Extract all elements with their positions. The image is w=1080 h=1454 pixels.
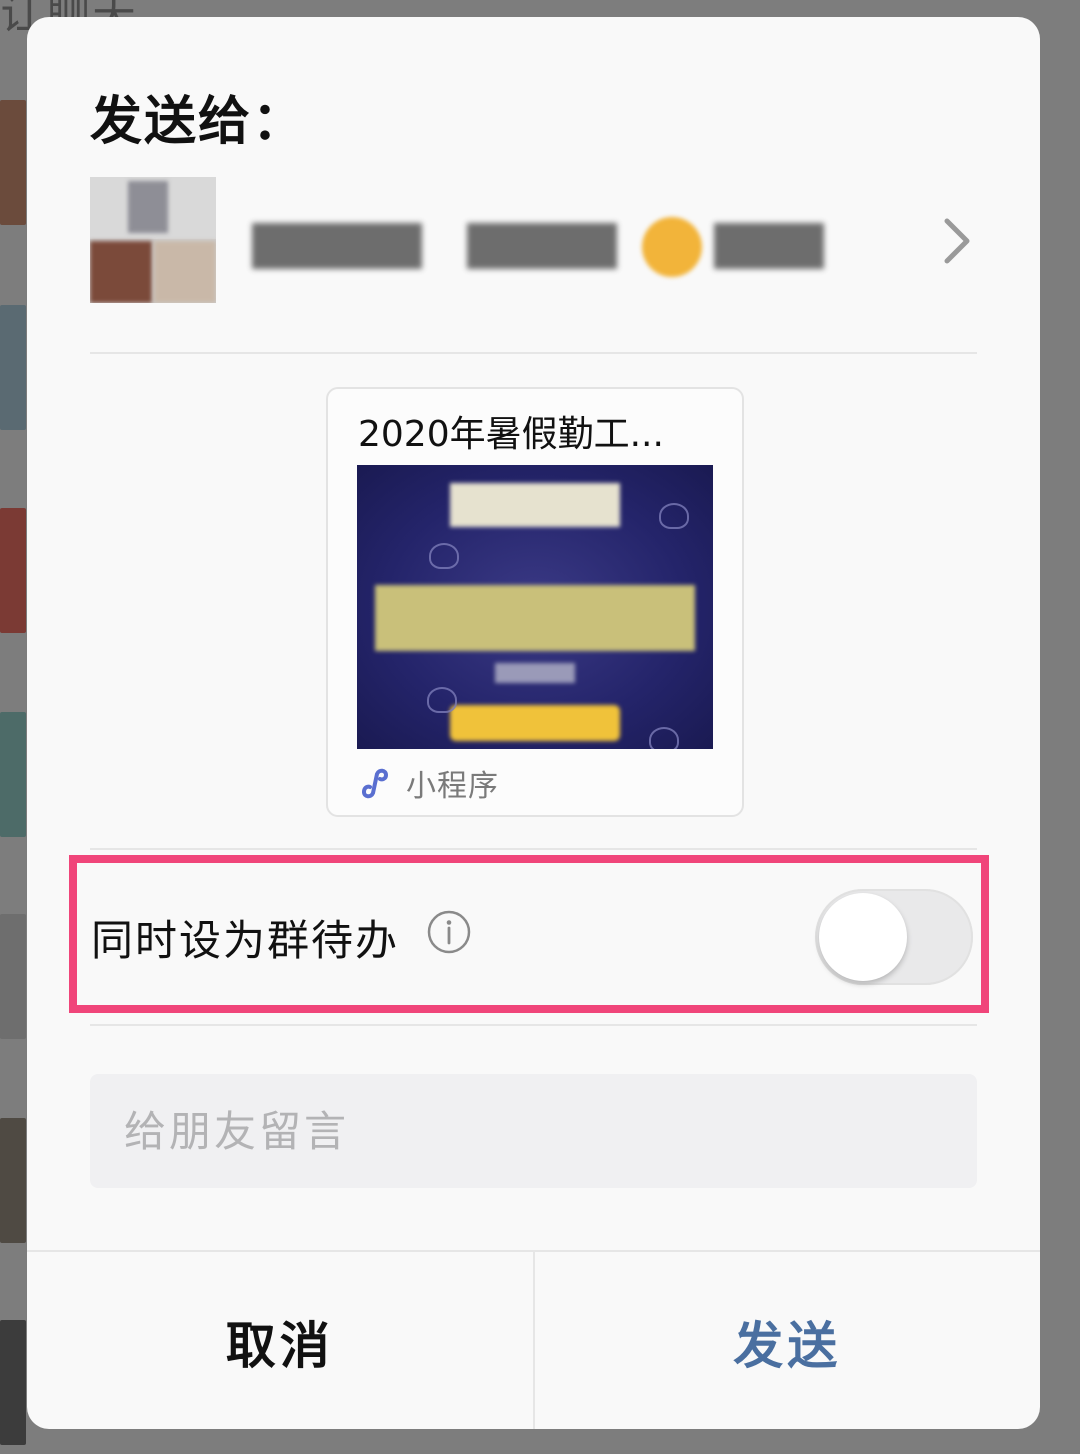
cover-text-blurred [450, 705, 620, 741]
background-thumbnail [0, 305, 26, 430]
background-thumbnail [0, 508, 26, 633]
chevron-right-icon [944, 218, 970, 264]
mini-program-card: 2020年暑假勤工... 小程序 [326, 387, 744, 817]
divider [90, 848, 977, 850]
background-thumbnail [0, 100, 26, 225]
heart-decoration [649, 727, 679, 749]
card-cover-image [357, 465, 713, 749]
avatar-tile [90, 241, 152, 303]
divider [90, 352, 977, 354]
send-button[interactable]: 发送 [535, 1252, 1041, 1429]
avatar-tile [128, 181, 168, 233]
emoji-icon [642, 217, 702, 277]
heart-decoration [429, 543, 459, 569]
background-thumbnail [0, 712, 26, 837]
recipient-row[interactable] [90, 177, 977, 305]
background-thumbnail [0, 1118, 26, 1243]
share-dialog: 发送给： 2020年暑假勤工... 小程序 同时设为群待办 给朋友留言 取消 发… [27, 17, 1040, 1429]
cancel-button[interactable]: 取消 [27, 1252, 535, 1429]
mini-program-label: 小程序 [406, 769, 499, 804]
dialog-title: 发送给： [90, 92, 307, 152]
group-todo-row: 同时设为群待办 [69, 855, 989, 1013]
info-icon[interactable] [427, 910, 471, 954]
blurred-text [252, 223, 422, 269]
cover-text-blurred [375, 585, 695, 651]
divider [90, 1024, 977, 1026]
heart-decoration [659, 503, 689, 529]
group-todo-toggle[interactable] [815, 889, 973, 985]
group-todo-label: 同时设为群待办 [91, 916, 400, 965]
mini-program-icon [362, 768, 389, 799]
card-title: 2020年暑假勤工... [358, 414, 664, 455]
background-thumbnail [0, 1320, 26, 1445]
blurred-text [467, 223, 617, 269]
cover-text-blurred [450, 483, 620, 527]
cover-text-blurred [495, 663, 575, 683]
avatar-tile [154, 241, 216, 303]
toggle-knob [819, 893, 907, 981]
dialog-button-bar: 取消 发送 [27, 1250, 1040, 1429]
recipient-name-blurred [252, 207, 852, 277]
background-thumbnail [0, 914, 26, 1039]
card-footer: 小程序 [358, 763, 499, 804]
group-avatar [90, 177, 216, 303]
message-input[interactable] [90, 1074, 977, 1188]
blurred-text [714, 223, 824, 269]
heart-decoration [427, 687, 457, 713]
